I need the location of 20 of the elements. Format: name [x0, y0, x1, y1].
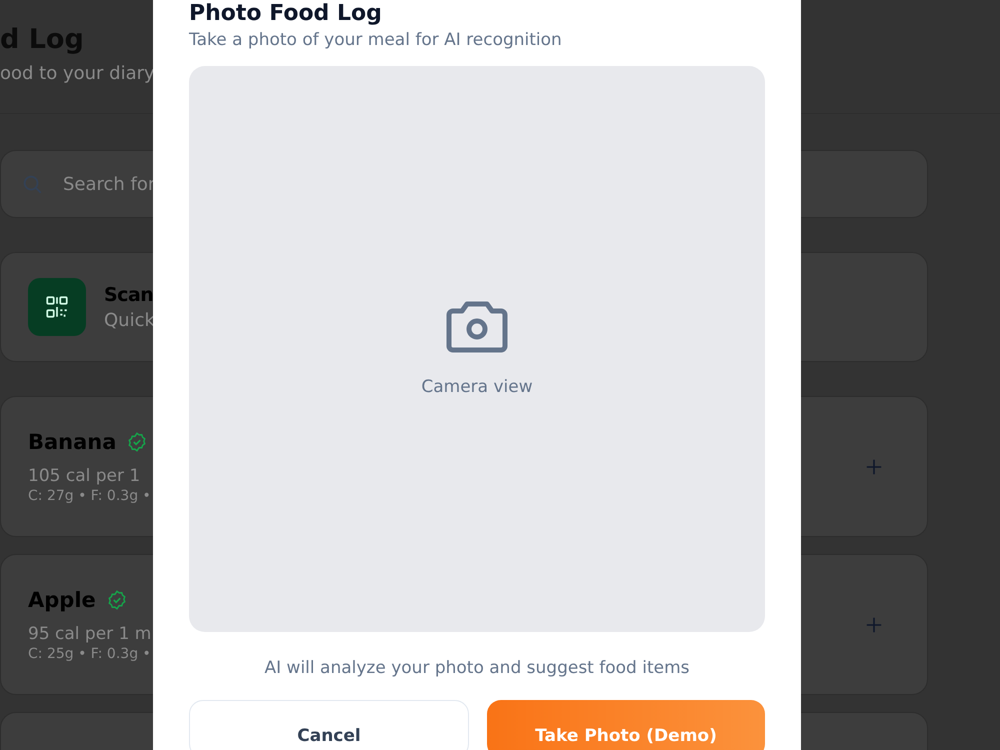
food-name: Banana	[28, 430, 116, 454]
camera-label: Camera view	[421, 377, 533, 398]
search-field[interactable]: Search for	[61, 172, 195, 196]
dialog-hint: AI will analyze your photo and suggest food items	[264, 658, 690, 678]
food-name: Apple	[28, 588, 96, 612]
add-icon[interactable]	[865, 616, 883, 634]
food-macros: C: 27g • F: 0.3g •	[28, 488, 151, 504]
cancel-button[interactable]: Cancel	[189, 700, 469, 750]
camera-icon	[444, 301, 510, 356]
add-icon[interactable]	[865, 458, 883, 476]
scan-title: Scan	[104, 284, 154, 306]
qr-code-icon	[28, 278, 86, 336]
search-icon	[21, 173, 43, 195]
page-subtitle: ood to your diary	[0, 63, 155, 84]
dialog-subtitle: Take a photo of your meal for AI recognition	[189, 30, 563, 50]
dialog-title: Photo Food Log	[189, 0, 383, 26]
food-calories: 105 cal per 1	[28, 466, 142, 486]
food-macros: C: 25g • F: 0.3g •	[28, 646, 152, 662]
food-calories: 95 cal per 1 m	[28, 624, 152, 644]
scan-subtitle: Quick	[104, 310, 155, 330]
